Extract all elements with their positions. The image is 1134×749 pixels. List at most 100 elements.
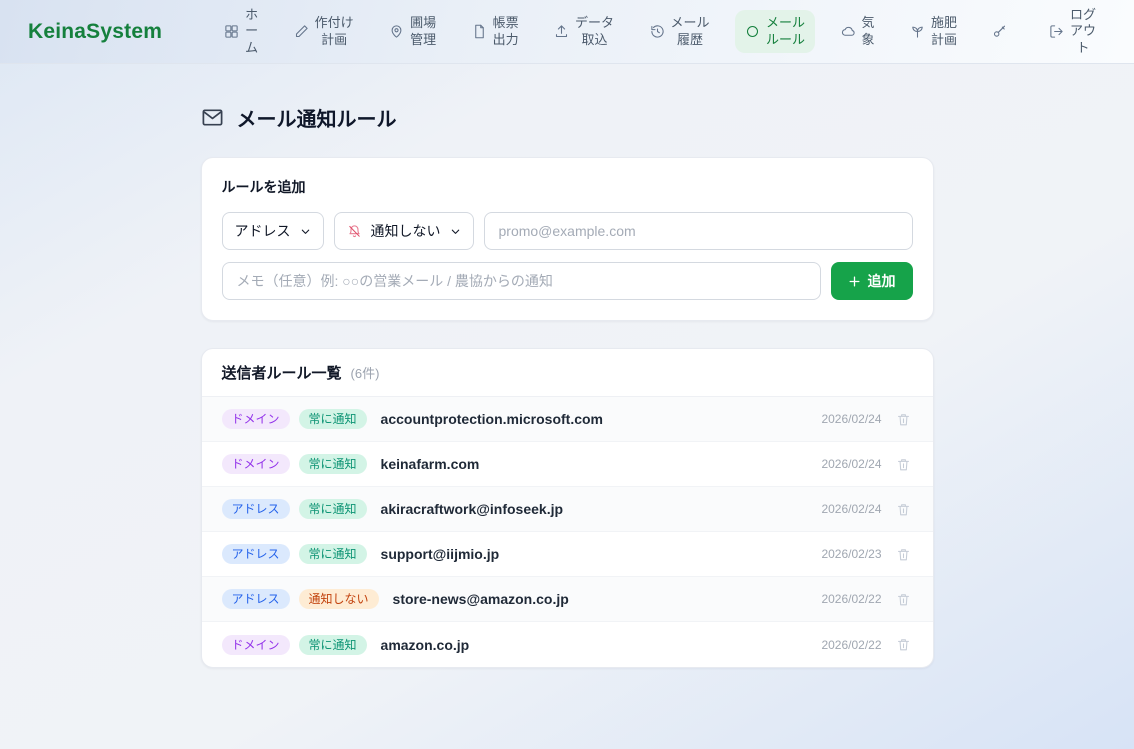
nav-label: 作付け 計画 <box>315 15 354 48</box>
nav-label: ホ ー ム <box>245 7 258 56</box>
nav-item-fertilization-plan[interactable]: 施肥 計画 <box>900 10 967 53</box>
trash-icon <box>896 592 911 607</box>
add-rule-button-label: 追加 <box>868 271 896 291</box>
delete-rule-button[interactable] <box>894 500 913 519</box>
add-rule-row-2: 追加 <box>222 262 913 300</box>
rule-row: アドレス 常に通知 akiracraftwork@infoseek.jp 202… <box>202 487 933 532</box>
rule-type-badge: ドメイン <box>222 635 290 655</box>
rule-action-badge: 常に通知 <box>299 499 367 519</box>
grid-icon <box>224 24 239 39</box>
trash-icon <box>896 502 911 517</box>
rule-type-badge: アドレス <box>222 589 290 609</box>
rule-type-badge: アドレス <box>222 544 290 564</box>
rule-action-select-value: 通知しない <box>371 221 441 241</box>
envelope-icon <box>201 106 224 129</box>
nav-label: 帳票 出力 <box>493 15 519 48</box>
page-title: メール通知ルール <box>201 103 934 132</box>
trash-icon <box>896 637 911 652</box>
sender-rules-title: 送信者ルール一覧 <box>222 362 342 383</box>
rule-date: 2026/02/22 <box>821 592 881 606</box>
delete-rule-button[interactable] <box>894 410 913 429</box>
rule-date: 2026/02/24 <box>821 412 881 426</box>
document-icon <box>472 24 487 39</box>
rule-target: keinafarm.com <box>381 456 480 472</box>
logout-icon <box>1049 24 1064 39</box>
rule-action-badge: 常に通知 <box>299 409 367 429</box>
nav-label: 施肥 計画 <box>931 15 957 48</box>
chevron-down-icon <box>450 226 461 237</box>
rule-type-badge: ドメイン <box>222 454 290 474</box>
trash-icon <box>896 457 911 472</box>
nav-label: データ 取込 <box>575 15 614 48</box>
add-rule-title: ルールを追加 <box>222 177 913 197</box>
rule-target: store-news@amazon.co.jp <box>393 591 569 607</box>
nav-item-mail-history[interactable]: メール 履歴 <box>640 10 720 53</box>
history-icon <box>650 24 665 39</box>
rule-action-badge: 常に通知 <box>299 454 367 474</box>
key-icon <box>992 24 1007 39</box>
rule-type-badge: アドレス <box>222 499 290 519</box>
rule-type-select[interactable]: アドレス <box>222 212 324 250</box>
rule-date: 2026/02/24 <box>821 502 881 516</box>
rule-row: ドメイン 常に通知 keinafarm.com 2026/02/24 <box>202 442 933 487</box>
memo-input[interactable] <box>222 262 821 300</box>
rule-target: amazon.co.jp <box>381 637 470 653</box>
main-content: メール通知ルール ルールを追加 アドレス 通知しない 追加 送 <box>201 103 934 668</box>
nav-item-field-management[interactable]: 圃場 管理 <box>379 10 446 53</box>
delete-rule-button[interactable] <box>894 635 913 654</box>
rule-date: 2026/02/23 <box>821 547 881 561</box>
plus-icon <box>848 275 861 288</box>
delete-rule-button[interactable] <box>894 455 913 474</box>
rule-target: support@iijmio.jp <box>381 546 500 562</box>
nav-items: ホ ー ム 作付け 計画 圃場 管理 帳票 出力 データ 取込 メール 履歴 メ… <box>214 2 1106 61</box>
rule-action-badge: 常に通知 <box>299 544 367 564</box>
rule-action-badge: 通知しない <box>299 589 379 609</box>
rule-date: 2026/02/24 <box>821 457 881 471</box>
nav-item-data-import[interactable]: データ 取込 <box>544 10 624 53</box>
nav-item-weather[interactable]: 気 象 <box>831 10 885 53</box>
rule-type-select-value: アドレス <box>235 221 291 241</box>
upload-icon <box>554 24 569 39</box>
nav-label: ログ アウ ト <box>1070 7 1096 56</box>
rule-target: akiracraftwork@infoseek.jp <box>381 501 564 517</box>
rule-action-badge: 常に通知 <box>299 635 367 655</box>
delete-rule-button[interactable] <box>894 545 913 564</box>
trash-icon <box>896 412 911 427</box>
chevron-down-icon <box>300 226 311 237</box>
delete-rule-button[interactable] <box>894 590 913 609</box>
brand-logo[interactable]: KeinaSystem <box>28 20 162 44</box>
add-rule-card: ルールを追加 アドレス 通知しない 追加 <box>201 157 934 321</box>
trash-icon <box>896 547 911 562</box>
rule-row: ドメイン 常に通知 accountprotection.microsoft.co… <box>202 397 933 442</box>
cloud-icon <box>841 24 856 39</box>
rule-row: アドレス 通知しない store-news@amazon.co.jp 2026/… <box>202 577 933 622</box>
circle-icon <box>745 24 760 39</box>
rule-row: ドメイン 常に通知 amazon.co.jp 2026/02/22 <box>202 622 933 667</box>
sprout-icon <box>910 24 925 39</box>
nav-item-report-output[interactable]: 帳票 出力 <box>462 10 529 53</box>
sender-rules-header: 送信者ルール一覧 (6件) <box>202 349 933 397</box>
nav-item-api-key[interactable] <box>982 19 1023 44</box>
add-rule-row-1: アドレス 通知しない <box>222 212 913 250</box>
rule-action-select[interactable]: 通知しない <box>334 212 474 250</box>
nav-item-planting-plan[interactable]: 作付け 計画 <box>284 10 364 53</box>
nav-item-home[interactable]: ホ ー ム <box>214 2 268 61</box>
rule-target: accountprotection.microsoft.com <box>381 411 603 427</box>
sender-rules-card: 送信者ルール一覧 (6件) ドメイン 常に通知 accountprotectio… <box>201 348 934 668</box>
nav-label: メール 履歴 <box>671 15 710 48</box>
top-navbar: KeinaSystem ホ ー ム 作付け 計画 圃場 管理 帳票 出力 データ… <box>0 0 1134 64</box>
map-pin-icon <box>389 24 404 39</box>
page-title-text: メール通知ルール <box>237 103 397 132</box>
rule-row: アドレス 常に通知 support@iijmio.jp 2026/02/23 <box>202 532 933 577</box>
pencil-icon <box>294 24 309 39</box>
sender-rules-count: (6件) <box>351 363 380 382</box>
rule-date: 2026/02/22 <box>821 638 881 652</box>
nav-label: メール ルール <box>766 15 805 48</box>
nav-label: 圃場 管理 <box>410 15 436 48</box>
bell-off-icon <box>347 224 362 239</box>
add-rule-button[interactable]: 追加 <box>831 262 913 300</box>
nav-item-mail-rules[interactable]: メール ルール <box>735 10 815 53</box>
rule-type-badge: ドメイン <box>222 409 290 429</box>
nav-item-logout[interactable]: ログ アウ ト <box>1039 2 1106 61</box>
address-input[interactable] <box>484 212 913 250</box>
